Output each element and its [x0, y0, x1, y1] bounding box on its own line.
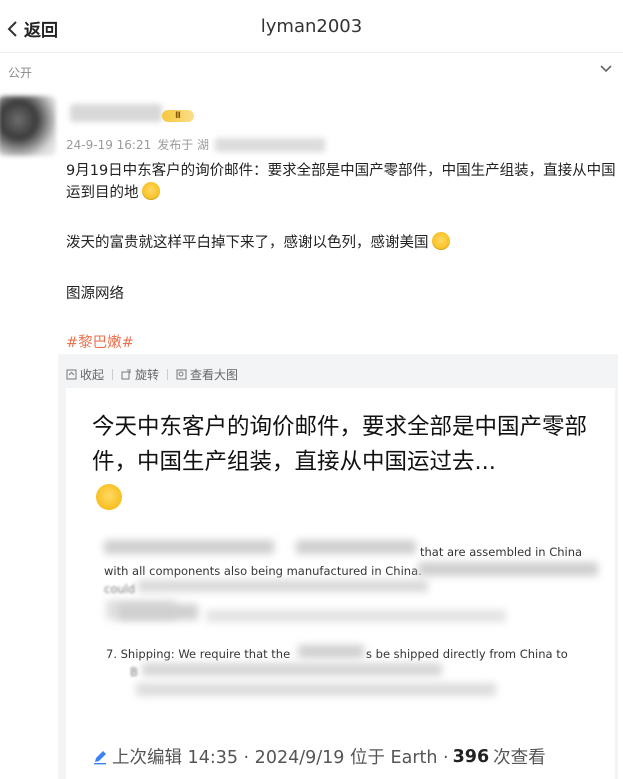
hashtag-link[interactable]: #黎巴嫩#: [66, 331, 134, 352]
collapse-icon: [66, 369, 77, 380]
redacted-text: [142, 663, 442, 676]
image-headline: 今天中东客户的询价邮件，要求全部是中国产零部件，中国生产组装，直接从中国运过去.…: [92, 414, 588, 475]
post-paragraph-3: 图源网络: [66, 286, 124, 302]
redacted-text: [118, 604, 198, 620]
toolbar-divider: [112, 369, 114, 380]
username-redacted: [70, 104, 162, 122]
email-line: that are assembled in China: [420, 545, 583, 559]
view-count: 396: [452, 746, 490, 767]
email-line: s be shipped directly from China to: [366, 647, 568, 661]
edit-info: 上次编辑 14:35 · 2024/9/19 位于 Earth · 396 次查…: [92, 744, 546, 769]
collapse-button[interactable]: 收起: [66, 366, 104, 383]
rofl-emoji-icon: [96, 484, 122, 510]
email-line: 7. Shipping: We require that the: [106, 647, 291, 661]
rotate-icon: [121, 369, 131, 380]
post-paragraph-2: 泼天的富贵就这样平白掉下来了，感谢以色列，感谢美国: [66, 232, 616, 254]
email-line: could: [104, 582, 136, 596]
visibility-row[interactable]: 公开: [0, 52, 623, 88]
chevron-down-icon[interactable]: [599, 64, 613, 74]
post-location: 发布于 湖: [157, 138, 210, 152]
rotate-button[interactable]: 旋转: [121, 366, 159, 383]
redacted-text: [104, 540, 274, 554]
redacted-text: [296, 540, 416, 554]
redacted-text: [206, 610, 506, 622]
image-toolbar: 收起 旋转 查看大图: [66, 366, 238, 383]
edit-info-prefix: 上次编辑 14:35 · 2024/9/19 位于 Earth ·: [112, 748, 449, 768]
pencil-icon: [94, 750, 106, 764]
email-line: with all components also being manufactu…: [104, 564, 422, 578]
visibility-label: 公开: [8, 66, 33, 80]
top-bar: 返回 lyman2003: [0, 0, 623, 53]
edit-info-suffix: 次查看: [493, 748, 546, 768]
redacted-text: [138, 580, 428, 592]
avatar[interactable]: [0, 96, 56, 156]
magnify-icon: [176, 369, 187, 380]
toolbar-divider: [167, 369, 169, 380]
redacted-text: [418, 562, 598, 576]
grinning-emoji-icon: [431, 232, 450, 250]
email-line: B: [130, 665, 138, 679]
post-image[interactable]: 今天中东客户的询价邮件，要求全部是中国产零部件，中国生产组装，直接从中国运过去.…: [66, 388, 615, 779]
post-meta: 24-9-19 16:21 发布于 湖: [66, 136, 326, 153]
post-date: 24-9-19 16:21: [66, 137, 152, 152]
vip-badge: Ⅱ: [162, 110, 194, 122]
redacted-text: [136, 683, 496, 696]
redacted-text: [298, 645, 364, 658]
post-paragraph-1: 9月19日中东客户的询价邮件：要求全部是中国产零部件，中国生产组装，直接从中国运…: [66, 163, 616, 201]
location-redacted: [215, 137, 326, 152]
view-large-button[interactable]: 查看大图: [176, 366, 238, 383]
page-title: lyman2003: [260, 16, 363, 37]
laughing-emoji-icon: [141, 182, 160, 200]
